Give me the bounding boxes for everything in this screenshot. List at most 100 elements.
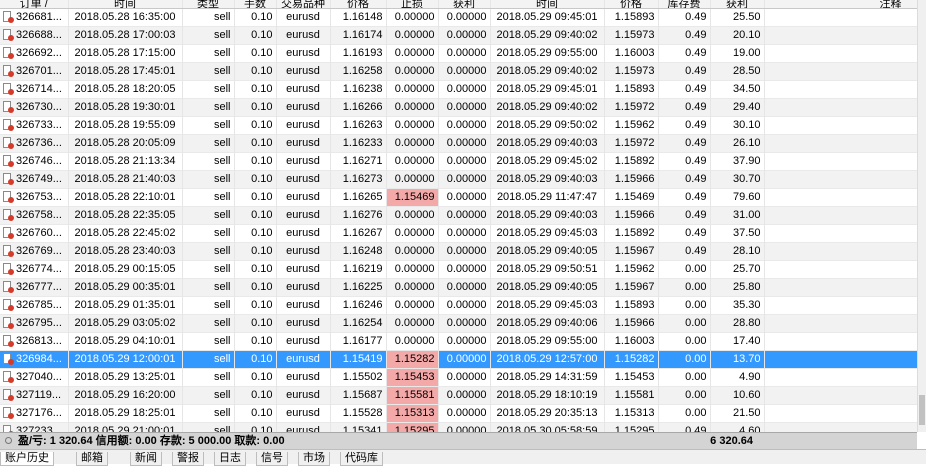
sl-cell: 0.00000 [386, 98, 439, 117]
order-cell: 326984... [0, 350, 69, 369]
table-row[interactable]: 326795... 2018.05.29 03:05:02 sell 0.10 euru… [0, 314, 917, 333]
sl-cell: 0.00000 [386, 134, 439, 153]
col-header-order[interactable]: 订单 / [0, 0, 69, 9]
profit-cell: 4.90 [710, 368, 765, 387]
open-price-cell: 1.16246 [330, 296, 387, 315]
table-row[interactable]: 326749... 2018.05.28 21:40:03 sell 0.10 euru… [0, 170, 917, 189]
close-price-cell: 1.15962 [604, 116, 659, 135]
profit-cell: 30.10 [710, 116, 765, 135]
order-cell-text: 326984... [16, 353, 62, 365]
type-cell: sell [182, 368, 235, 387]
table-row[interactable]: 326688... 2018.05.28 17:00:03 sell 0.10 euru… [0, 26, 917, 45]
tp-cell-text: 0.00000 [446, 29, 487, 41]
close-price-cell-text: 1.15966 [614, 317, 655, 329]
table-row[interactable]: 326701... 2018.05.28 17:45:01 sell 0.10 euru… [0, 62, 917, 81]
table-row[interactable]: 326736... 2018.05.28 20:05:09 sell 0.10 euru… [0, 134, 917, 153]
lots-cell: 0.10 [234, 350, 277, 369]
tp-cell: 0.00000 [438, 296, 491, 315]
table-row[interactable]: 326813... 2018.05.29 04:10:01 sell 0.10 euru… [0, 332, 917, 351]
table-row[interactable]: 326785... 2018.05.29 01:35:01 sell 0.10 euru… [0, 296, 917, 315]
table-row[interactable]: 327119... 2018.05.29 16:20:00 sell 0.10 euru… [0, 386, 917, 405]
col-header-type[interactable]: 类型 [182, 0, 235, 9]
open-time-cell: 2018.05.29 04:10:01 [68, 332, 183, 351]
tp-cell: 0.00000 [438, 188, 491, 207]
sl-cell-text: 0.00000 [394, 335, 435, 347]
col-header-profit[interactable]: 获利 [710, 0, 765, 9]
table-row[interactable]: 326769... 2018.05.28 23:40:03 sell 0.10 euru… [0, 242, 917, 261]
swap-cell: 0.00 [658, 404, 711, 423]
profit-cell-text: 20.10 [732, 29, 761, 41]
swap-cell: 0.49 [658, 206, 711, 225]
table-row[interactable]: 326746... 2018.05.28 21:13:34 sell 0.10 euru… [0, 152, 917, 171]
col-header-lots[interactable]: 手数 [234, 0, 277, 9]
open-price-cell: 1.16177 [330, 332, 387, 351]
open-price-cell-text: 1.15419 [342, 353, 383, 365]
sl-cell: 0.00000 [386, 296, 439, 315]
tp-cell: 0.00000 [438, 368, 491, 387]
table-row[interactable]: 326774... 2018.05.29 00:15:05 sell 0.10 euru… [0, 260, 917, 279]
col-header-price[interactable]: 价格 [330, 0, 387, 9]
col-header-symbol[interactable]: 交易品种 [276, 0, 331, 9]
open-time-cell: 2018.05.28 19:55:09 [68, 116, 183, 135]
order-cell-text: 326749... [16, 173, 62, 185]
col-header-time[interactable]: 时间 [68, 0, 183, 9]
lots-cell-text: 0.10 [251, 65, 273, 77]
swap-cell-text: 0.49 [685, 209, 707, 221]
table-row[interactable]: 326714... 2018.05.28 18:20:05 sell 0.10 euru… [0, 80, 917, 99]
col-header-tp[interactable]: 获利 [438, 0, 491, 9]
lots-cell-text: 0.10 [251, 263, 273, 275]
table-row[interactable]: 327040... 2018.05.29 13:25:01 sell 0.10 euru… [0, 368, 917, 387]
table-row[interactable]: 326733... 2018.05.28 19:55:09 sell 0.10 euru… [0, 116, 917, 135]
table-row[interactable]: 326758... 2018.05.28 22:35:05 sell 0.10 euru… [0, 206, 917, 225]
table-row[interactable]: 326753... 2018.05.28 22:10:01 sell 0.10 euru… [0, 188, 917, 207]
open-time-cell: 2018.05.29 16:20:00 [68, 386, 183, 405]
col-header-sl[interactable]: 止损 [386, 0, 439, 9]
close-price-cell: 1.15962 [604, 260, 659, 279]
order-cell-text: 326760... [16, 227, 62, 239]
symbol-cell-text: eurusd [286, 263, 320, 275]
table-row[interactable]: 326681... 2018.05.28 16:35:00 sell 0.10 euru… [0, 8, 917, 27]
close-price-cell-text: 1.15966 [614, 173, 655, 185]
col-header-comment[interactable]: 注释 [764, 0, 917, 9]
profit-cell-text: 25.50 [732, 11, 761, 23]
profit-cell: 25.50 [710, 8, 765, 27]
col-header-close-time[interactable]: 时间 [490, 0, 605, 9]
open-price-cell: 1.16233 [330, 134, 387, 153]
table-row[interactable]: 326692... 2018.05.28 17:15:00 sell 0.10 euru… [0, 44, 917, 63]
col-header-swap[interactable]: 库存费 [658, 0, 711, 9]
profit-cell: 79.60 [710, 188, 765, 207]
swap-cell-text: 0.49 [685, 137, 707, 149]
swap-cell: 0.49 [658, 98, 711, 117]
lots-cell-text: 0.10 [251, 173, 273, 185]
close-time-cell: 2018.05.30 05:58:59 [490, 422, 605, 432]
type-cell-text: sell [213, 281, 231, 293]
table-row[interactable]: 326984... 2018.05.29 12:00:01 sell 0.10 euru… [0, 350, 917, 369]
close-price-cell: 1.15967 [604, 242, 659, 261]
order-cell: 326749... [0, 170, 69, 189]
table-row[interactable]: 327233... 2018.05.29 21:00:01 sell 0.10 euru… [0, 422, 917, 432]
close-time-cell: 2018.05.29 09:40:05 [490, 242, 605, 261]
type-cell: sell [182, 386, 235, 405]
table-row[interactable]: 326760... 2018.05.28 22:45:02 sell 0.10 euru… [0, 224, 917, 243]
open-time-cell: 2018.05.29 12:00:01 [68, 350, 183, 369]
scrollbar-thumb[interactable] [919, 395, 925, 425]
col-header-close-price[interactable]: 价格 [604, 0, 659, 9]
table-row[interactable]: 326730... 2018.05.28 19:30:01 sell 0.10 euru… [0, 98, 917, 117]
symbol-cell: eurusd [276, 368, 331, 387]
table-row[interactable]: 327176... 2018.05.29 18:25:01 sell 0.10 euru… [0, 404, 917, 423]
comment-cell: [sl] [764, 404, 917, 423]
table-row[interactable]: 326777... 2018.05.29 00:35:01 sell 0.10 euru… [0, 278, 917, 297]
open-price-cell: 1.15502 [330, 368, 387, 387]
lots-cell-text: 0.10 [251, 137, 273, 149]
sl-cell: 0.00000 [386, 278, 439, 297]
open-price-cell-text: 1.16219 [342, 263, 383, 275]
lots-cell-text: 0.10 [251, 335, 273, 347]
symbol-cell-text: eurusd [286, 191, 320, 203]
lots-cell: 0.10 [234, 314, 277, 333]
type-cell: sell [182, 170, 235, 189]
lots-cell-text: 0.10 [251, 353, 273, 365]
lots-cell-text: 0.10 [251, 371, 273, 383]
vertical-scrollbar[interactable] [917, 0, 926, 432]
type-cell-text: sell [213, 317, 231, 329]
order-cell: 326701... [0, 62, 69, 81]
